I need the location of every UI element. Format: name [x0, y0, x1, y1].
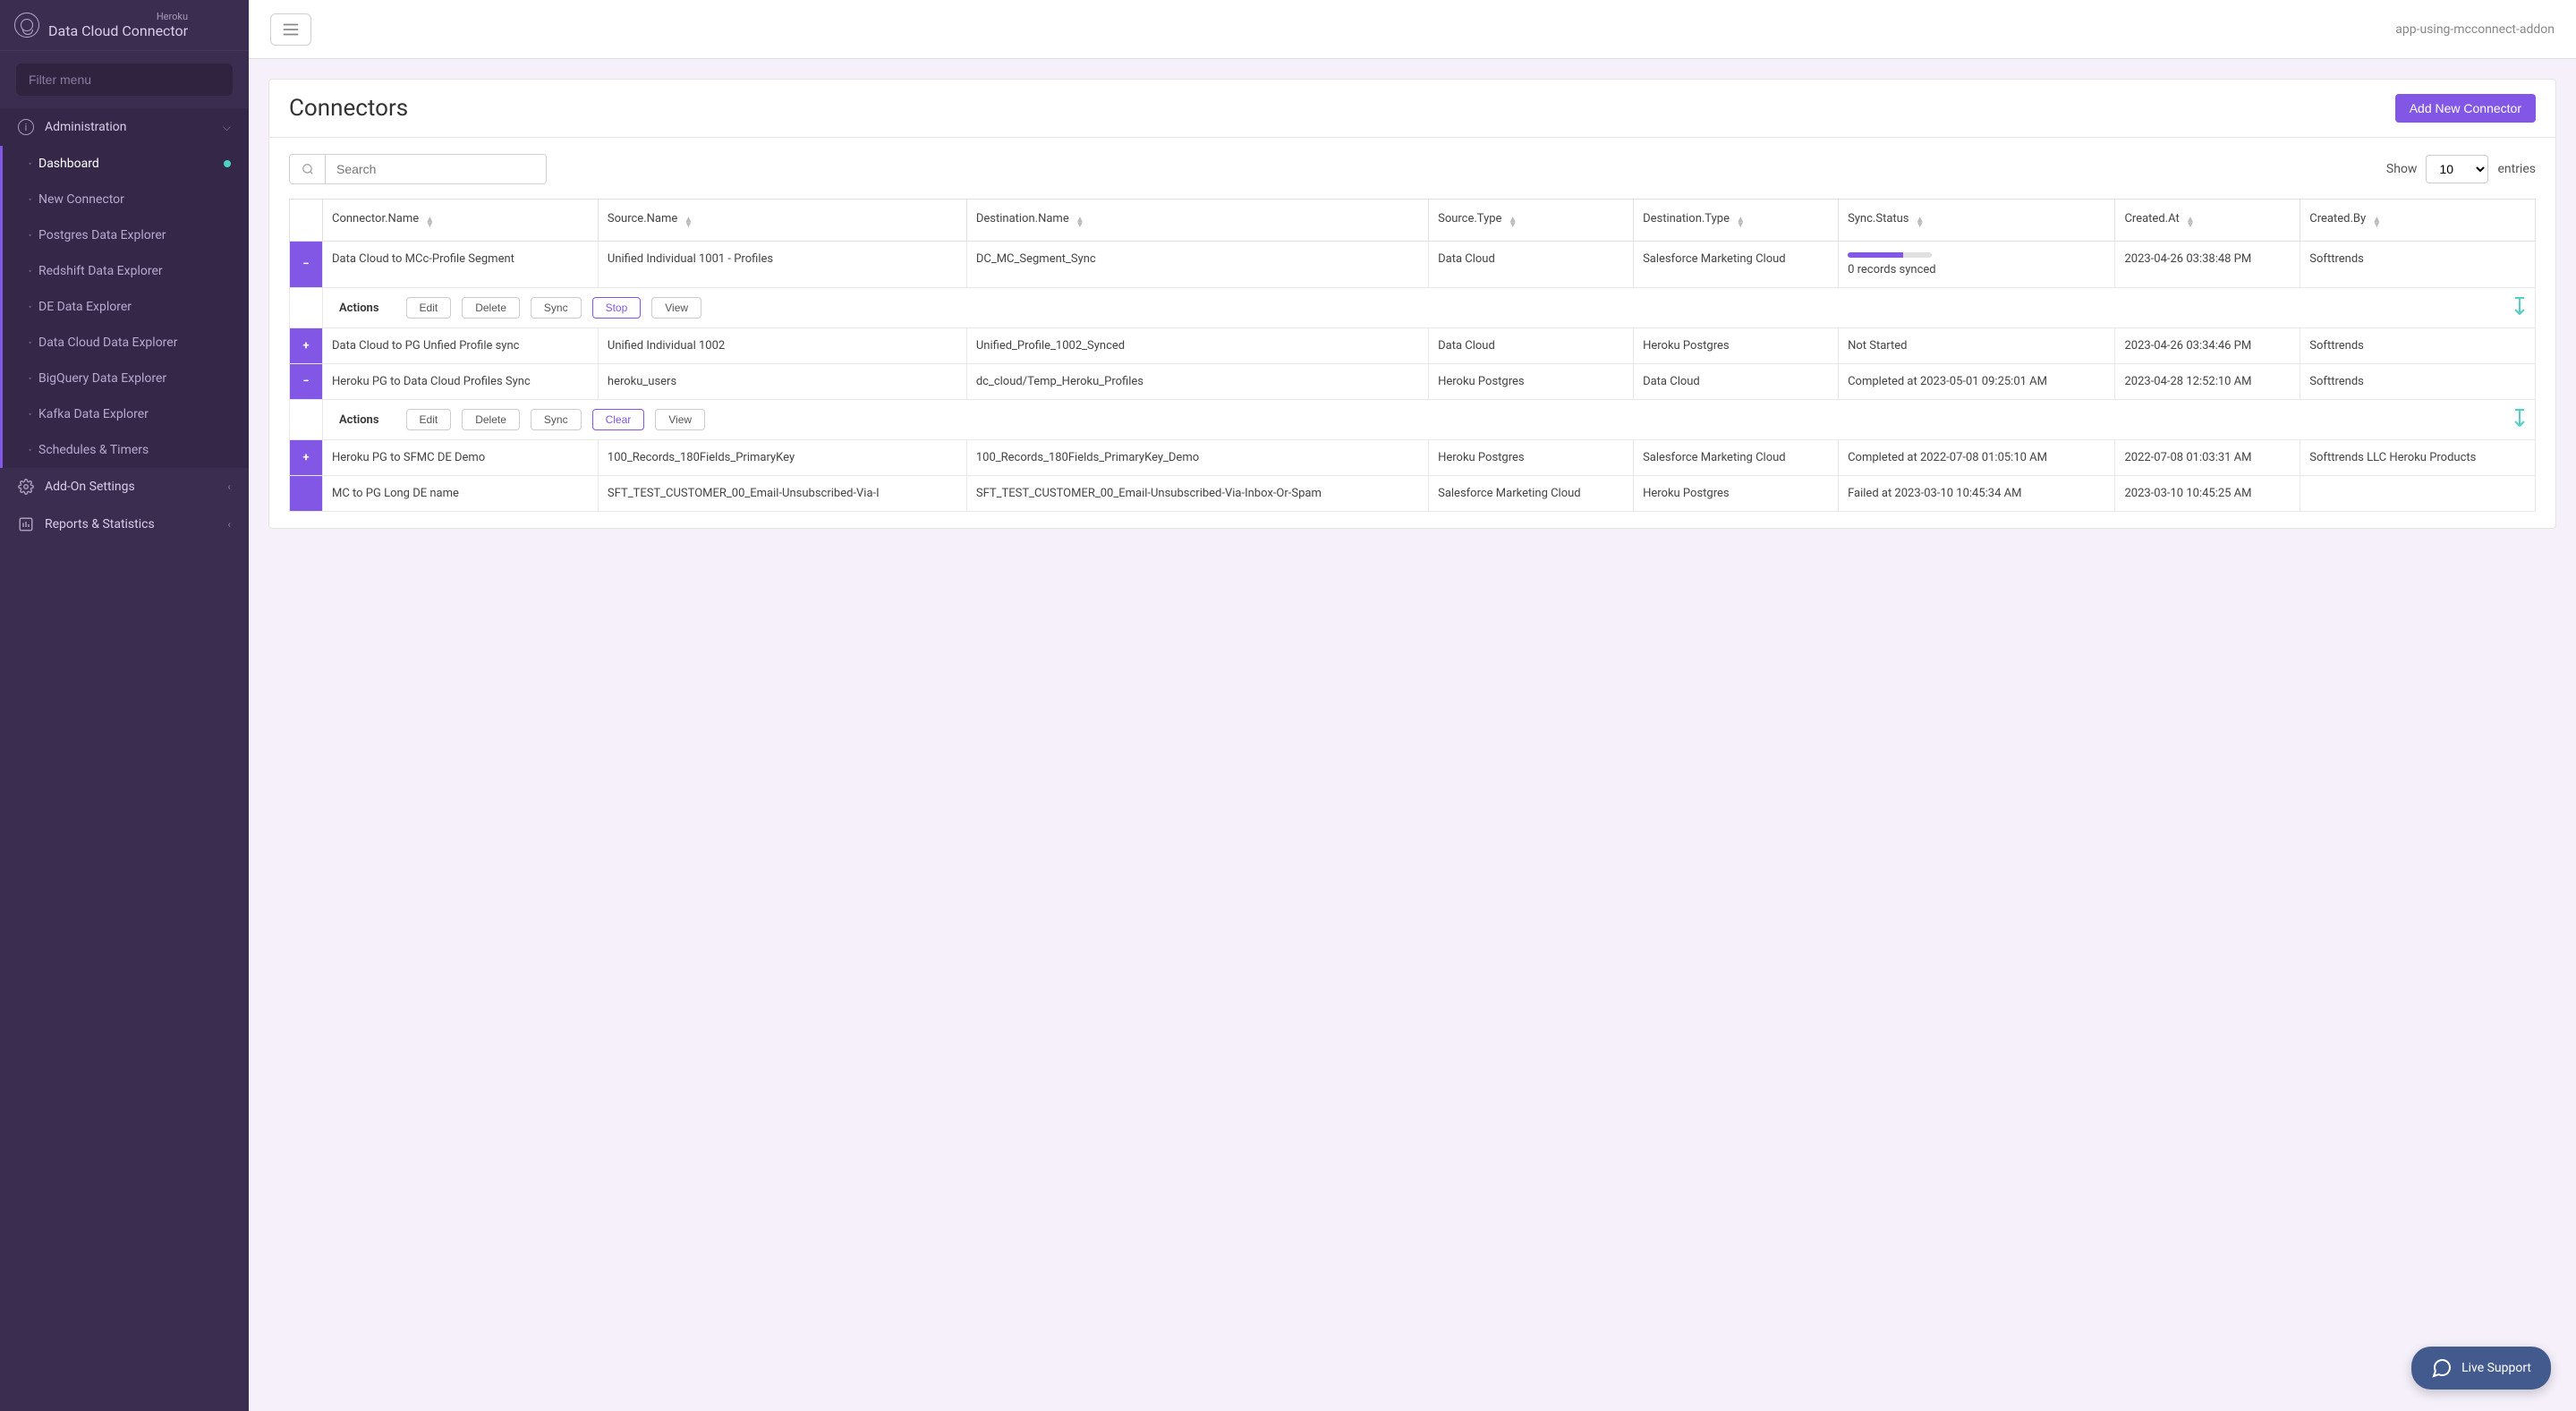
topbar: app-using-mcconnect-addon: [249, 0, 2576, 59]
hamburger-icon: [281, 20, 301, 39]
edit-button[interactable]: Edit: [406, 409, 452, 430]
nav-item-bigquery[interactable]: BigQuery Data Explorer: [3, 361, 249, 396]
sort-icon: ▲▼: [425, 217, 434, 228]
nav-item-kafka[interactable]: Kafka Data Explorer: [3, 396, 249, 432]
nav-item-redshift[interactable]: Redshift Data Explorer: [3, 253, 249, 289]
show-label: Show: [2386, 162, 2418, 176]
sort-icon: ▲▼: [1509, 217, 1518, 228]
progress-bar: [1848, 252, 1932, 258]
sync-status-cell: 0 records synced: [1839, 242, 2115, 288]
actions-row: Actions Edit Delete Sync Clear View: [290, 400, 2536, 440]
add-connector-button[interactable]: Add New Connector: [2395, 94, 2536, 123]
brand-main: Data Cloud Connector: [48, 22, 188, 39]
sync-button[interactable]: Sync: [531, 409, 582, 430]
filter-menu-input[interactable]: [16, 64, 233, 96]
menu-toggle-button[interactable]: [270, 13, 311, 46]
col-dest-type[interactable]: Destination.Type ▲▼: [1634, 200, 1839, 242]
sort-icon: ▲▼: [2186, 217, 2195, 228]
sort-icon: ▲▼: [684, 217, 693, 228]
view-button[interactable]: View: [655, 409, 705, 430]
col-connector-name[interactable]: Connector.Name ▲▼: [323, 200, 599, 242]
row-collapse-button[interactable]: −: [290, 364, 323, 400]
arrow-down-icon: [2513, 408, 2526, 431]
col-sync-status[interactable]: Sync.Status ▲▼: [1839, 200, 2115, 242]
row-expand-button[interactable]: +: [290, 440, 323, 476]
table-row: MC to PG Long DE name SFT_TEST_CUSTOMER_…: [290, 476, 2536, 512]
nav-item-dashboard[interactable]: Dashboard: [3, 146, 249, 182]
nav-item-new-connector[interactable]: New Connector: [3, 182, 249, 217]
col-dest-name[interactable]: Destination.Name ▲▼: [966, 200, 1428, 242]
table-row: + Heroku PG to SFMC DE Demo 100_Records_…: [290, 440, 2536, 476]
app-name-label: app-using-mcconnect-addon: [2395, 22, 2555, 37]
nav-reports[interactable]: Reports & Statistics ‹: [0, 506, 249, 543]
clear-button[interactable]: Clear: [592, 409, 645, 430]
page-size-select[interactable]: 10: [2426, 155, 2488, 183]
sort-icon: ▲▼: [2372, 217, 2381, 228]
actions-row: Actions Edit Delete Sync Stop View: [290, 288, 2536, 328]
nav-addon-label: Add-On Settings: [45, 480, 135, 494]
table-row: − Data Cloud to MCc-Profile Segment Unif…: [290, 242, 2536, 288]
row-expand-button[interactable]: [290, 476, 323, 512]
brand-logo: Heroku Data Cloud Connector: [0, 0, 249, 51]
nav-administration[interactable]: i Administration ⌵: [0, 108, 249, 146]
gear-icon: [18, 479, 34, 495]
arrow-down-icon: [2513, 296, 2526, 319]
brand-super: Heroku: [48, 11, 188, 22]
nav-reports-label: Reports & Statistics: [45, 517, 155, 531]
main-area: app-using-mcconnect-addon Connectors Add…: [249, 0, 2576, 1411]
nav-item-de[interactable]: DE Data Explorer: [3, 289, 249, 325]
search-input[interactable]: [326, 155, 546, 183]
search-icon: [290, 155, 326, 183]
nav-item-postgres[interactable]: Postgres Data Explorer: [3, 217, 249, 253]
chat-icon: [2431, 1357, 2453, 1379]
row-collapse-button[interactable]: −: [290, 242, 323, 288]
col-source-type[interactable]: Source.Type ▲▼: [1429, 200, 1634, 242]
chart-icon: [18, 516, 34, 532]
stop-button[interactable]: Stop: [592, 297, 642, 319]
nav-admin-label: Administration: [45, 120, 126, 134]
col-source-name[interactable]: Source.Name ▲▼: [598, 200, 966, 242]
actions-label: Actions: [339, 413, 379, 427]
view-button[interactable]: View: [651, 297, 701, 319]
chevron-left-icon: ‹: [227, 480, 231, 493]
chevron-left-icon: ‹: [227, 518, 231, 531]
col-created-at[interactable]: Created.At ▲▼: [2115, 200, 2300, 242]
logo-icon: [14, 13, 39, 38]
sidebar: Heroku Data Cloud Connector i Administra…: [0, 0, 249, 1411]
row-expand-button[interactable]: +: [290, 328, 323, 364]
actions-label: Actions: [339, 302, 379, 315]
nav-addon-settings[interactable]: Add-On Settings ‹: [0, 468, 249, 506]
page-title: Connectors: [289, 95, 408, 122]
nav-item-datacloud[interactable]: Data Cloud Data Explorer: [3, 325, 249, 361]
connectors-panel: Connectors Add New Connector Show: [268, 79, 2556, 529]
delete-button[interactable]: Delete: [462, 409, 520, 430]
support-label: Live Support: [2461, 1361, 2531, 1375]
col-created-by[interactable]: Created.By ▲▼: [2300, 200, 2536, 242]
delete-button[interactable]: Delete: [462, 297, 520, 319]
table-row: + Data Cloud to PG Unfied Profile sync U…: [290, 328, 2536, 364]
info-icon: i: [18, 119, 34, 135]
connectors-table: Connector.Name ▲▼ Source.Name ▲▼ Destina…: [289, 199, 2536, 512]
table-row: − Heroku PG to Data Cloud Profiles Sync …: [290, 364, 2536, 400]
sync-button[interactable]: Sync: [531, 297, 582, 319]
chevron-down-icon: ⌵: [223, 121, 231, 134]
entries-label: entries: [2497, 162, 2536, 176]
sort-icon: ▲▼: [1075, 217, 1084, 228]
sort-icon: ▲▼: [1736, 217, 1745, 228]
sort-icon: ▲▼: [1916, 217, 1925, 228]
search-box: [289, 154, 547, 184]
active-dot-icon: [224, 160, 231, 167]
live-support-button[interactable]: Live Support: [2411, 1347, 2551, 1390]
nav-item-schedules[interactable]: Schedules & Timers: [3, 432, 249, 468]
edit-button[interactable]: Edit: [406, 297, 452, 319]
